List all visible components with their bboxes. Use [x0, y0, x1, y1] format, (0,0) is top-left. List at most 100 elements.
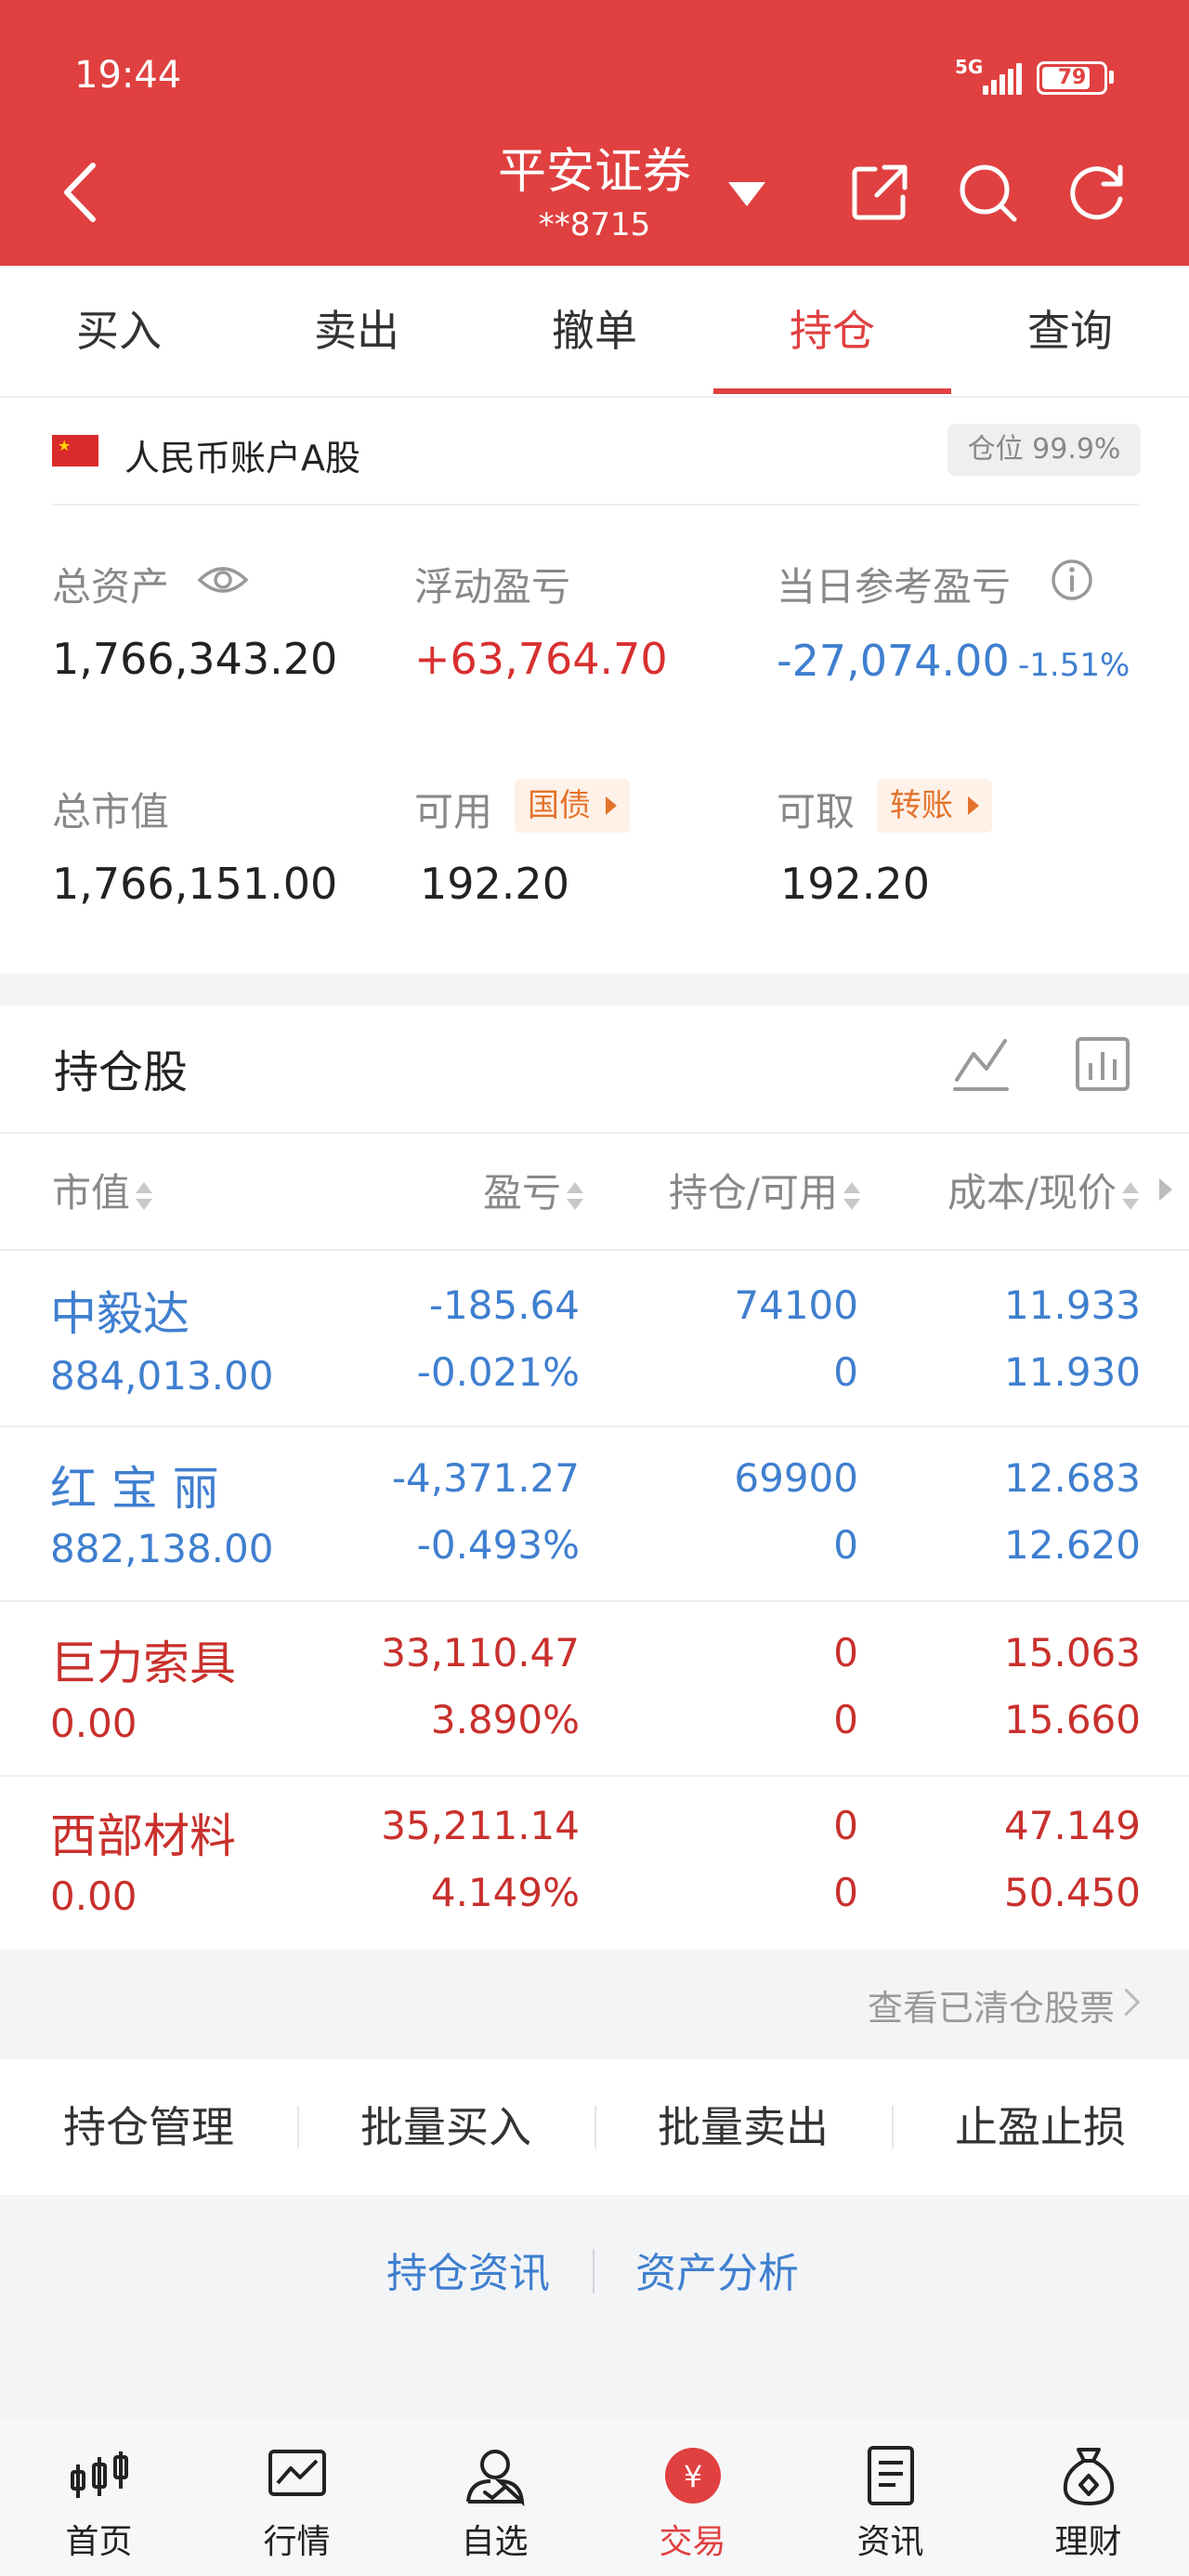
stock-market-value: 0.00	[50, 1701, 137, 1746]
stock-available: 0	[833, 1349, 858, 1395]
holdings-title: 持仓股	[54, 1046, 189, 1098]
stock-name[interactable]: 红 宝 丽	[50, 1452, 219, 1518]
stock-market-value: 884,013.00	[50, 1353, 274, 1399]
account-type: 人民币账户A股	[124, 438, 360, 479]
tab-cancel[interactable]: 撤单	[476, 266, 713, 396]
tabbar-trade[interactable]: ¥ 交易	[594, 2444, 791, 2574]
eye-icon[interactable]	[197, 559, 249, 600]
position-ratio-badge: 仓位 99.9%	[947, 424, 1141, 476]
stock-pl-percent: 4.149%	[430, 1870, 580, 1915]
header: 19:44 5G 79 平安证券 **8715	[0, 0, 1189, 266]
available-value: 192.20	[420, 859, 569, 909]
row-divider	[0, 1426, 1189, 1427]
stock-price: 11.930	[1004, 1349, 1141, 1395]
market-value-label: 总市值	[52, 789, 170, 835]
yuan-icon: ¥	[665, 2448, 721, 2504]
tabbar-wealth[interactable]: 理财	[989, 2444, 1187, 2574]
stock-market-value: 882,138.00	[50, 1526, 274, 1571]
stock-available: 0	[833, 1522, 858, 1568]
stock-cost: 11.933	[1004, 1282, 1141, 1328]
position-management-button[interactable]: 持仓管理	[0, 2059, 297, 2195]
tabbar-label: 理财	[1054, 2523, 1122, 2561]
tabbar-label: 资讯	[856, 2523, 924, 2561]
chart-icon	[268, 2450, 326, 2496]
stop-profit-loss-button[interactable]: 止盈止损	[892, 2059, 1189, 2195]
broker-dropdown-icon[interactable]	[728, 182, 765, 206]
stock-pl: 33,110.47	[381, 1630, 580, 1676]
total-assets-label: 总资产	[52, 564, 170, 610]
stock-name[interactable]: 中毅达	[50, 1277, 189, 1344]
day-pl-percent: -1.51%	[1018, 647, 1130, 684]
column-label: 市值	[52, 1170, 131, 1216]
more-columns-icon[interactable]	[1159, 1178, 1172, 1201]
user-check-icon	[466, 2450, 525, 2506]
column-pl[interactable]: 盈亏	[483, 1162, 585, 1218]
stock-pl-percent: 3.890%	[430, 1697, 580, 1742]
sort-icon	[842, 1178, 862, 1214]
app-root: 19:44 5G 79 平安证券 **8715 买入 卖出 撤单 持仓 查询 ★…	[0, 0, 1189, 2576]
battery-tip	[1109, 71, 1114, 84]
transfer-link[interactable]: 转账	[877, 779, 992, 833]
divider	[593, 2249, 594, 2293]
stock-name[interactable]: 巨力索具	[50, 1626, 236, 1693]
stock-position: 74100	[734, 1282, 858, 1328]
battery-level: 79	[1057, 66, 1087, 89]
stock-position: 69900	[734, 1455, 858, 1501]
column-label: 持仓/可用	[668, 1170, 838, 1216]
stock-price: 12.620	[1004, 1522, 1141, 1568]
divider	[52, 504, 1139, 506]
search-icon[interactable]	[955, 160, 1020, 225]
tab-buy[interactable]: 买入	[0, 266, 238, 396]
tabbar-watchlist[interactable]: 自选	[396, 2444, 594, 2574]
stock-cost: 47.149	[1004, 1803, 1141, 1848]
active-tab-indicator	[713, 388, 951, 394]
stock-price: 15.660	[1004, 1697, 1141, 1742]
stock-name[interactable]: 西部材料	[50, 1799, 236, 1866]
tabbar-home[interactable]: 首页	[0, 2444, 198, 2574]
day-pl-label: 当日参考盈亏	[777, 564, 1012, 610]
treasury-bond-link[interactable]: 国债	[515, 779, 630, 833]
column-label: 成本/现价	[947, 1170, 1117, 1216]
stock-position: 0	[833, 1803, 858, 1848]
line-chart-icon[interactable]	[951, 1033, 1011, 1093]
svg-text:¥: ¥	[684, 2459, 702, 2494]
day-pl-value: -27,074.00	[777, 636, 1010, 686]
signal-icon	[983, 63, 1022, 95]
tabbar-label: 行情	[263, 2523, 331, 2561]
stock-position: 0	[833, 1630, 858, 1676]
column-position[interactable]: 持仓/可用	[669, 1162, 862, 1218]
stock-cost: 15.063	[1004, 1630, 1141, 1676]
cleared-stocks-link[interactable]: 查看已清仓股票	[868, 1979, 1115, 2031]
tab-holdings[interactable]: 持仓	[713, 266, 951, 396]
float-pl-value: +63,764.70	[414, 634, 668, 684]
holdings-news-link[interactable]: 持仓资讯	[386, 2240, 550, 2299]
candlestick-icon	[71, 2451, 128, 2498]
network-indicator: 5G	[955, 56, 984, 78]
stock-pl: -185.64	[428, 1282, 580, 1328]
tab-query[interactable]: 查询	[951, 266, 1189, 396]
info-icon[interactable]	[1050, 558, 1094, 602]
total-assets-value: 1,766,343.20	[52, 634, 338, 684]
stock-pl: -4,371.27	[391, 1455, 580, 1501]
column-market-value[interactable]: 市值	[52, 1162, 154, 1218]
refresh-icon[interactable]	[1065, 160, 1130, 225]
row-divider	[0, 1600, 1189, 1602]
status-time: 19:44	[74, 54, 182, 97]
sort-icon	[134, 1178, 154, 1214]
batch-sell-button[interactable]: 批量卖出	[594, 2059, 892, 2195]
available-label: 可用	[414, 789, 493, 835]
stock-available: 0	[833, 1697, 858, 1742]
share-icon[interactable]	[847, 160, 912, 225]
tabbar-label: 首页	[65, 2523, 133, 2561]
column-cost-price[interactable]: 成本/现价	[947, 1162, 1141, 1218]
stock-available: 0	[833, 1870, 858, 1915]
asset-analysis-link[interactable]: 资产分析	[635, 2240, 799, 2299]
stock-price: 50.450	[1004, 1870, 1141, 1915]
bar-chart-icon[interactable]	[1074, 1035, 1131, 1093]
batch-buy-button[interactable]: 批量买入	[297, 2059, 594, 2195]
tabbar-market[interactable]: 行情	[198, 2444, 396, 2574]
tabbar-news[interactable]: 资讯	[791, 2444, 989, 2574]
stock-pl: 35,211.14	[381, 1803, 580, 1848]
tab-sell[interactable]: 卖出	[238, 266, 476, 396]
sort-icon	[1120, 1178, 1141, 1214]
